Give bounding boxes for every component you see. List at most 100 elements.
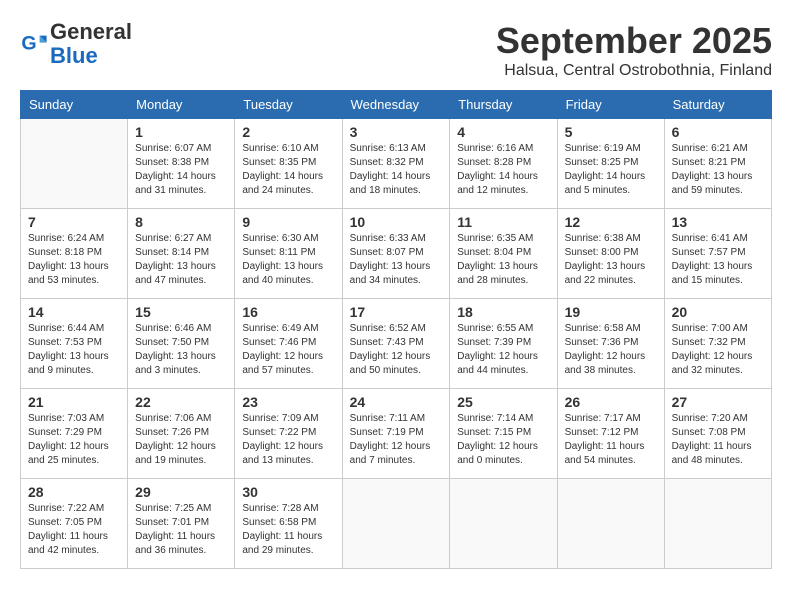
day-number: 22	[135, 394, 227, 410]
day-info: Sunrise: 6:24 AMSunset: 8:18 PMDaylight:…	[28, 232, 120, 288]
calendar-cell: 26 Sunrise: 7:17 AMSunset: 7:12 PMDayligh…	[557, 389, 664, 479]
logo-blue: Blue	[50, 43, 98, 68]
weekday-header: Saturday	[664, 91, 771, 119]
day-number: 16	[242, 304, 334, 320]
day-info: Sunrise: 7:03 AMSunset: 7:29 PMDaylight:…	[28, 412, 120, 468]
day-number: 17	[350, 304, 443, 320]
day-number: 9	[242, 214, 334, 230]
day-info: Sunrise: 7:14 AMSunset: 7:15 PMDaylight:…	[457, 412, 549, 468]
logo-general: General	[50, 19, 132, 44]
calendar-cell: 11 Sunrise: 6:35 AMSunset: 8:04 PMDayligh…	[450, 209, 557, 299]
month-title: September 2025	[496, 20, 772, 62]
calendar-cell: 7 Sunrise: 6:24 AMSunset: 8:18 PMDaylight…	[21, 209, 128, 299]
day-number: 6	[672, 124, 764, 140]
calendar-cell	[664, 479, 771, 569]
day-info: Sunrise: 6:41 AMSunset: 7:57 PMDaylight:…	[672, 232, 764, 288]
calendar-week-row: 14 Sunrise: 6:44 AMSunset: 7:53 PMDayligh…	[21, 299, 772, 389]
day-info: Sunrise: 7:17 AMSunset: 7:12 PMDaylight:…	[565, 412, 657, 468]
calendar-cell: 3 Sunrise: 6:13 AMSunset: 8:32 PMDaylight…	[342, 119, 450, 209]
day-info: Sunrise: 7:11 AMSunset: 7:19 PMDaylight:…	[350, 412, 443, 468]
day-number: 30	[242, 484, 334, 500]
calendar-cell: 15Sunrise: 6:46 AMSunset: 7:50 PMDayligh…	[128, 299, 235, 389]
svg-text:G: G	[21, 33, 36, 55]
weekday-header: Friday	[557, 91, 664, 119]
calendar-week-row: 28Sunrise: 7:22 AMSunset: 7:05 PMDayligh…	[21, 479, 772, 569]
calendar-cell: 27 Sunrise: 7:20 AMSunset: 7:08 PMDayligh…	[664, 389, 771, 479]
calendar-cell: 16 Sunrise: 6:49 AMSunset: 7:46 PMDayligh…	[235, 299, 342, 389]
location-title: Halsua, Central Ostrobothnia, Finland	[496, 62, 772, 80]
day-number: 2	[242, 124, 334, 140]
day-info: Sunrise: 7:28 AMSunset: 6:58 PMDaylight:…	[242, 502, 334, 558]
day-info: Sunrise: 7:06 AMSunset: 7:26 PMDaylight:…	[135, 412, 227, 468]
day-info: Sunrise: 7:20 AMSunset: 7:08 PMDaylight:…	[672, 412, 764, 468]
day-info: Sunrise: 6:16 AMSunset: 8:28 PMDaylight:…	[457, 142, 549, 198]
day-info: Sunrise: 6:49 AMSunset: 7:46 PMDaylight:…	[242, 322, 334, 378]
day-number: 27	[672, 394, 764, 410]
day-number: 12	[565, 214, 657, 230]
day-info: Sunrise: 6:35 AMSunset: 8:04 PMDaylight:…	[457, 232, 549, 288]
day-info: Sunrise: 6:13 AMSunset: 8:32 PMDaylight:…	[350, 142, 443, 198]
calendar-cell: 14 Sunrise: 6:44 AMSunset: 7:53 PMDayligh…	[21, 299, 128, 389]
calendar-cell	[450, 479, 557, 569]
day-number: 3	[350, 124, 443, 140]
calendar-cell: 21Sunrise: 7:03 AMSunset: 7:29 PMDayligh…	[21, 389, 128, 479]
weekday-header: Monday	[128, 91, 235, 119]
day-info: Sunrise: 6:58 AMSunset: 7:36 PMDaylight:…	[565, 322, 657, 378]
calendar-cell: 6 Sunrise: 6:21 AMSunset: 8:21 PMDaylight…	[664, 119, 771, 209]
day-info: Sunrise: 6:55 AMSunset: 7:39 PMDaylight:…	[457, 322, 549, 378]
calendar-cell: 20Sunrise: 7:00 AMSunset: 7:32 PMDayligh…	[664, 299, 771, 389]
calendar-cell: 1 Sunrise: 6:07 AMSunset: 8:38 PMDaylight…	[128, 119, 235, 209]
header-row: SundayMondayTuesdayWednesdayThursdayFrid…	[21, 91, 772, 119]
calendar-cell: 5Sunrise: 6:19 AMSunset: 8:25 PMDaylight…	[557, 119, 664, 209]
day-info: Sunrise: 6:46 AMSunset: 7:50 PMDaylight:…	[135, 322, 227, 378]
day-number: 19	[565, 304, 657, 320]
calendar-cell: 25 Sunrise: 7:14 AMSunset: 7:15 PMDayligh…	[450, 389, 557, 479]
calendar-cell: 12 Sunrise: 6:38 AMSunset: 8:00 PMDayligh…	[557, 209, 664, 299]
day-info: Sunrise: 6:19 AMSunset: 8:25 PMDaylight:…	[565, 142, 657, 198]
calendar-cell	[342, 479, 450, 569]
day-info: Sunrise: 6:21 AMSunset: 8:21 PMDaylight:…	[672, 142, 764, 198]
day-number: 8	[135, 214, 227, 230]
day-number: 20	[672, 304, 764, 320]
calendar-week-row: 7 Sunrise: 6:24 AMSunset: 8:18 PMDaylight…	[21, 209, 772, 299]
day-number: 7	[28, 214, 120, 230]
day-info: Sunrise: 7:25 AMSunset: 7:01 PMDaylight:…	[135, 502, 227, 558]
day-number: 24	[350, 394, 443, 410]
calendar-cell	[557, 479, 664, 569]
calendar-cell: 13Sunrise: 6:41 AMSunset: 7:57 PMDayligh…	[664, 209, 771, 299]
day-number: 23	[242, 394, 334, 410]
day-info: Sunrise: 6:10 AMSunset: 8:35 PMDaylight:…	[242, 142, 334, 198]
weekday-header: Wednesday	[342, 91, 450, 119]
calendar-cell: 2 Sunrise: 6:10 AMSunset: 8:35 PMDaylight…	[235, 119, 342, 209]
calendar-cell: 17 Sunrise: 6:52 AMSunset: 7:43 PMDayligh…	[342, 299, 450, 389]
calendar-week-row: 1 Sunrise: 6:07 AMSunset: 8:38 PMDaylight…	[21, 119, 772, 209]
day-info: Sunrise: 6:33 AMSunset: 8:07 PMDaylight:…	[350, 232, 443, 288]
calendar-cell: 22 Sunrise: 7:06 AMSunset: 7:26 PMDayligh…	[128, 389, 235, 479]
calendar-cell: 4Sunrise: 6:16 AMSunset: 8:28 PMDaylight…	[450, 119, 557, 209]
calendar-cell: 18Sunrise: 6:55 AMSunset: 7:39 PMDayligh…	[450, 299, 557, 389]
day-number: 25	[457, 394, 549, 410]
day-info: Sunrise: 6:07 AMSunset: 8:38 PMDaylight:…	[135, 142, 227, 198]
calendar-week-row: 21Sunrise: 7:03 AMSunset: 7:29 PMDayligh…	[21, 389, 772, 479]
day-info: Sunrise: 7:09 AMSunset: 7:22 PMDaylight:…	[242, 412, 334, 468]
calendar-cell: 10Sunrise: 6:33 AMSunset: 8:07 PMDayligh…	[342, 209, 450, 299]
weekday-header: Tuesday	[235, 91, 342, 119]
calendar-cell	[21, 119, 128, 209]
calendar-cell: 19 Sunrise: 6:58 AMSunset: 7:36 PMDayligh…	[557, 299, 664, 389]
day-number: 28	[28, 484, 120, 500]
day-number: 26	[565, 394, 657, 410]
day-info: Sunrise: 6:30 AMSunset: 8:11 PMDaylight:…	[242, 232, 334, 288]
calendar-body: 1 Sunrise: 6:07 AMSunset: 8:38 PMDaylight…	[21, 119, 772, 569]
day-info: Sunrise: 6:52 AMSunset: 7:43 PMDaylight:…	[350, 322, 443, 378]
header: G General Blue September 2025 Halsua, Ce…	[20, 20, 772, 80]
day-number: 14	[28, 304, 120, 320]
calendar-cell: 24 Sunrise: 7:11 AMSunset: 7:19 PMDayligh…	[342, 389, 450, 479]
calendar-cell: 23 Sunrise: 7:09 AMSunset: 7:22 PMDayligh…	[235, 389, 342, 479]
day-number: 1	[135, 124, 227, 140]
day-number: 11	[457, 214, 549, 230]
logo: G General Blue	[20, 20, 132, 68]
weekday-header: Thursday	[450, 91, 557, 119]
calendar-cell: 28Sunrise: 7:22 AMSunset: 7:05 PMDayligh…	[21, 479, 128, 569]
day-info: Sunrise: 6:38 AMSunset: 8:00 PMDaylight:…	[565, 232, 657, 288]
day-info: Sunrise: 6:44 AMSunset: 7:53 PMDaylight:…	[28, 322, 120, 378]
